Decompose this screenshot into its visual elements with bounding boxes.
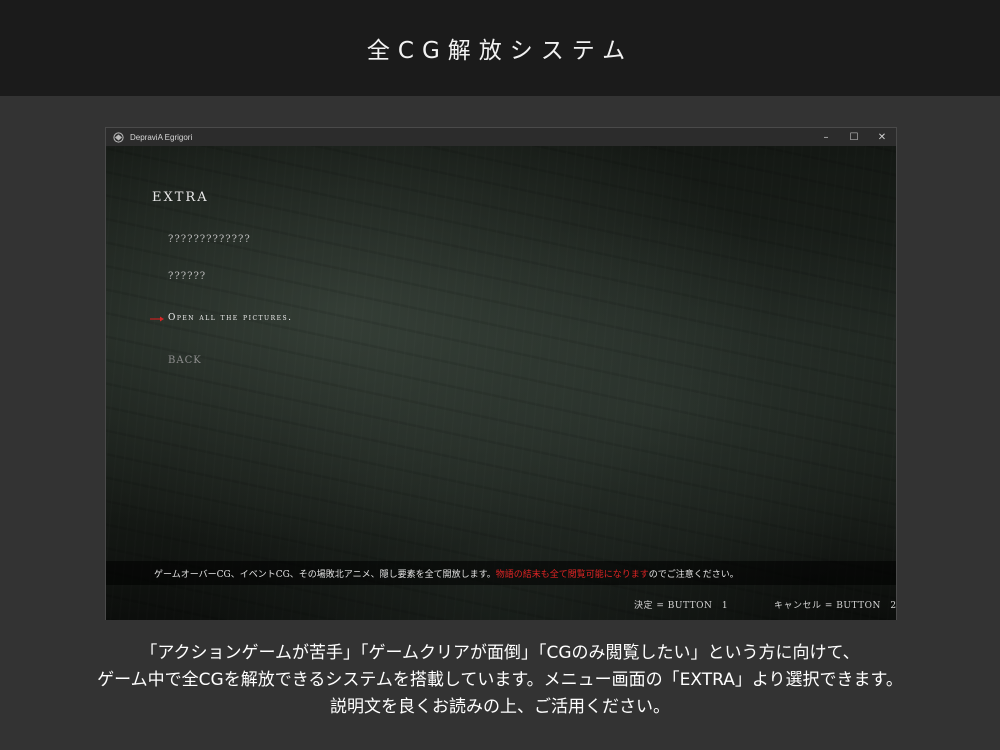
menu-item-locked-2[interactable]: ?????? <box>168 271 206 282</box>
minimize-button[interactable]: – <box>812 128 840 146</box>
caption: 「アクションゲームが苦手」「ゲームクリアが面倒」「CGのみ閲覧したい」という方に… <box>0 640 1000 721</box>
caption-line-1: 「アクションゲームが苦手」「ゲームクリアが面倒」「CGのみ閲覧したい」という方に… <box>140 643 860 663</box>
description-highlight: 物語の結末も全て閲覧可能になります <box>495 569 649 580</box>
caption-line-3: 説明文を良くお読みの上、ご活用ください。 <box>330 697 670 717</box>
cancel-button-hint: キャンセル = BUTTON 2 <box>774 601 896 611</box>
selection-cursor-icon <box>150 316 164 322</box>
description-bar: ゲームオーバーCG、イベントCG、その場敗北アニメ、隠し要素を全て開放します。物… <box>106 561 896 585</box>
menu-item-open-all-pictures[interactable]: Open all the pictures. <box>168 313 292 323</box>
window-controls: – ☐ ✕ <box>812 128 896 146</box>
maximize-button[interactable]: ☐ <box>840 128 868 146</box>
close-button[interactable]: ✕ <box>868 128 896 146</box>
caption-line-2: ゲーム中で全CGを解放できるシステムを搭載しています。メニュー画面の「EXTRA… <box>97 670 903 690</box>
menu-item-locked-1[interactable]: ????????????? <box>168 234 251 245</box>
stone-texture <box>106 146 896 620</box>
game-screen: EXTRA ????????????? ?????? Open all the … <box>106 146 896 620</box>
confirm-button-hint: 決定 = BUTTON 1 <box>634 601 729 611</box>
description-before: ゲームオーバーCG、イベントCG、その場敗北アニメ、隠し要素を全て開放します。 <box>154 569 496 580</box>
description-text: ゲームオーバーCG、イベントCG、その場敗北アニメ、隠し要素を全て開放します。物… <box>154 567 739 580</box>
menu-heading: EXTRA <box>152 190 209 205</box>
window-titlebar[interactable]: DepraviA Egrigori – ☐ ✕ <box>106 128 896 146</box>
header-banner: 全CG解放システム <box>0 0 1000 96</box>
description-after: のでご注意ください。 <box>648 569 739 580</box>
game-window: DepraviA Egrigori – ☐ ✕ EXTRA ??????????… <box>105 127 897 620</box>
menu-item-back[interactable]: BACK <box>168 355 202 366</box>
header-title: 全CG解放システム <box>366 38 634 64</box>
app-icon <box>112 131 124 143</box>
window-title: DepraviA Egrigori <box>130 132 193 142</box>
